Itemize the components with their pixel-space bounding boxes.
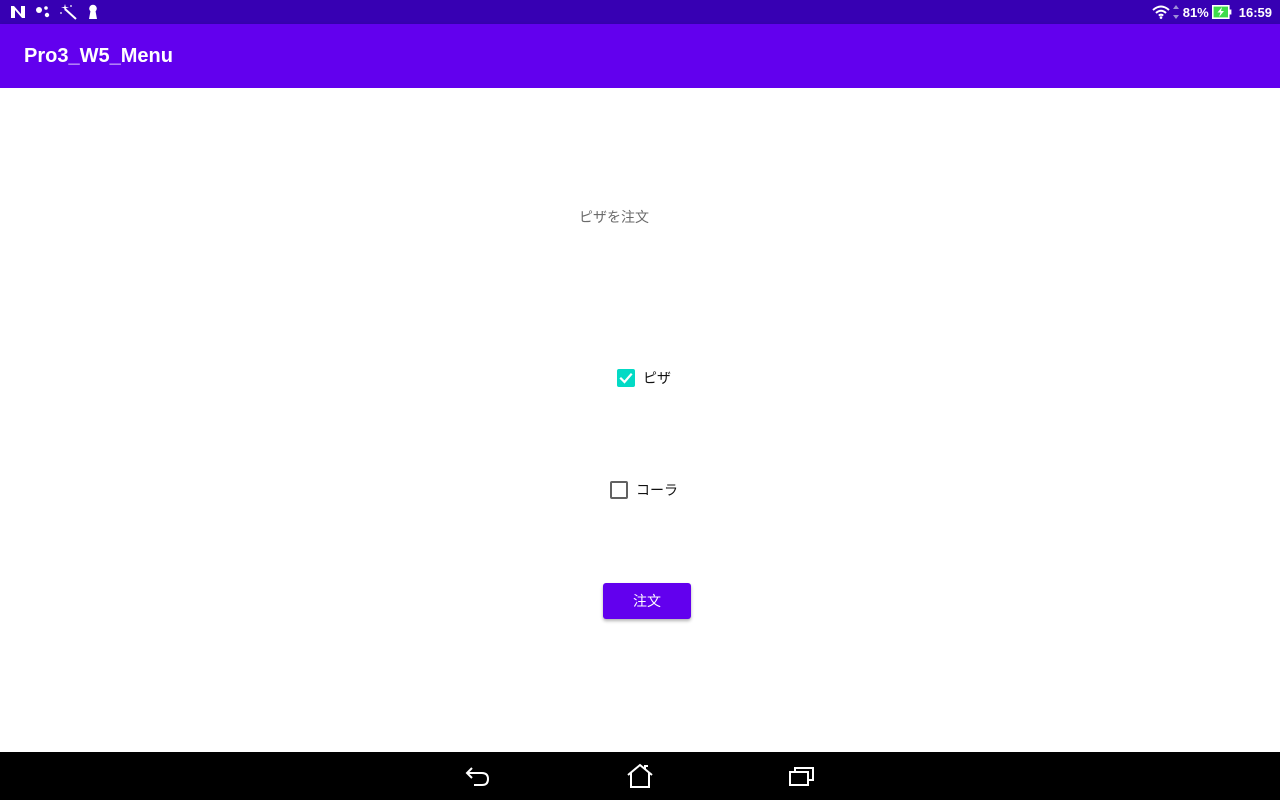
- recents-button[interactable]: [772, 752, 832, 800]
- assistant-dots-icon: [35, 5, 51, 19]
- cola-checkbox[interactable]: コーラ: [610, 480, 678, 500]
- status-bar-left: [10, 0, 99, 24]
- back-icon[interactable]: [465, 765, 491, 787]
- status-bar: 81% 16:59: [0, 0, 1280, 24]
- cola-checkbox-label[interactable]: コーラ: [636, 480, 678, 500]
- home-button[interactable]: [610, 752, 670, 800]
- pizza-checkbox-label[interactable]: ピザ: [643, 368, 671, 388]
- checkbox-checked-icon[interactable]: [617, 369, 635, 387]
- data-arrows-icon: [1172, 5, 1179, 19]
- keyhole-icon: [87, 4, 99, 20]
- pizza-checkbox[interactable]: ピザ: [617, 368, 671, 388]
- app-title: Pro3_W5_Menu: [24, 45, 173, 67]
- wifi-icon: [1152, 5, 1170, 19]
- order-button[interactable]: 注文: [603, 583, 691, 619]
- navigation-bar: [0, 752, 1280, 800]
- n-notification-icon: [10, 5, 26, 19]
- app-bar: Pro3_W5_Menu: [0, 24, 1280, 88]
- checkbox-unchecked-icon[interactable]: [610, 481, 628, 499]
- status-clock: 16:59: [1238, 4, 1272, 20]
- magic-wand-icon: [60, 4, 78, 20]
- battery-charging-icon: [1211, 5, 1232, 19]
- recents-icon[interactable]: [788, 765, 816, 787]
- main-content: ピザを注文 ピザ コーラ 注文: [0, 88, 1280, 752]
- order-heading: ピザを注文: [579, 210, 649, 226]
- back-button[interactable]: [448, 752, 508, 800]
- home-icon[interactable]: [626, 763, 654, 789]
- status-bar-right: 81% 16:59: [1152, 0, 1272, 24]
- battery-percentage: 81%: [1182, 4, 1209, 20]
